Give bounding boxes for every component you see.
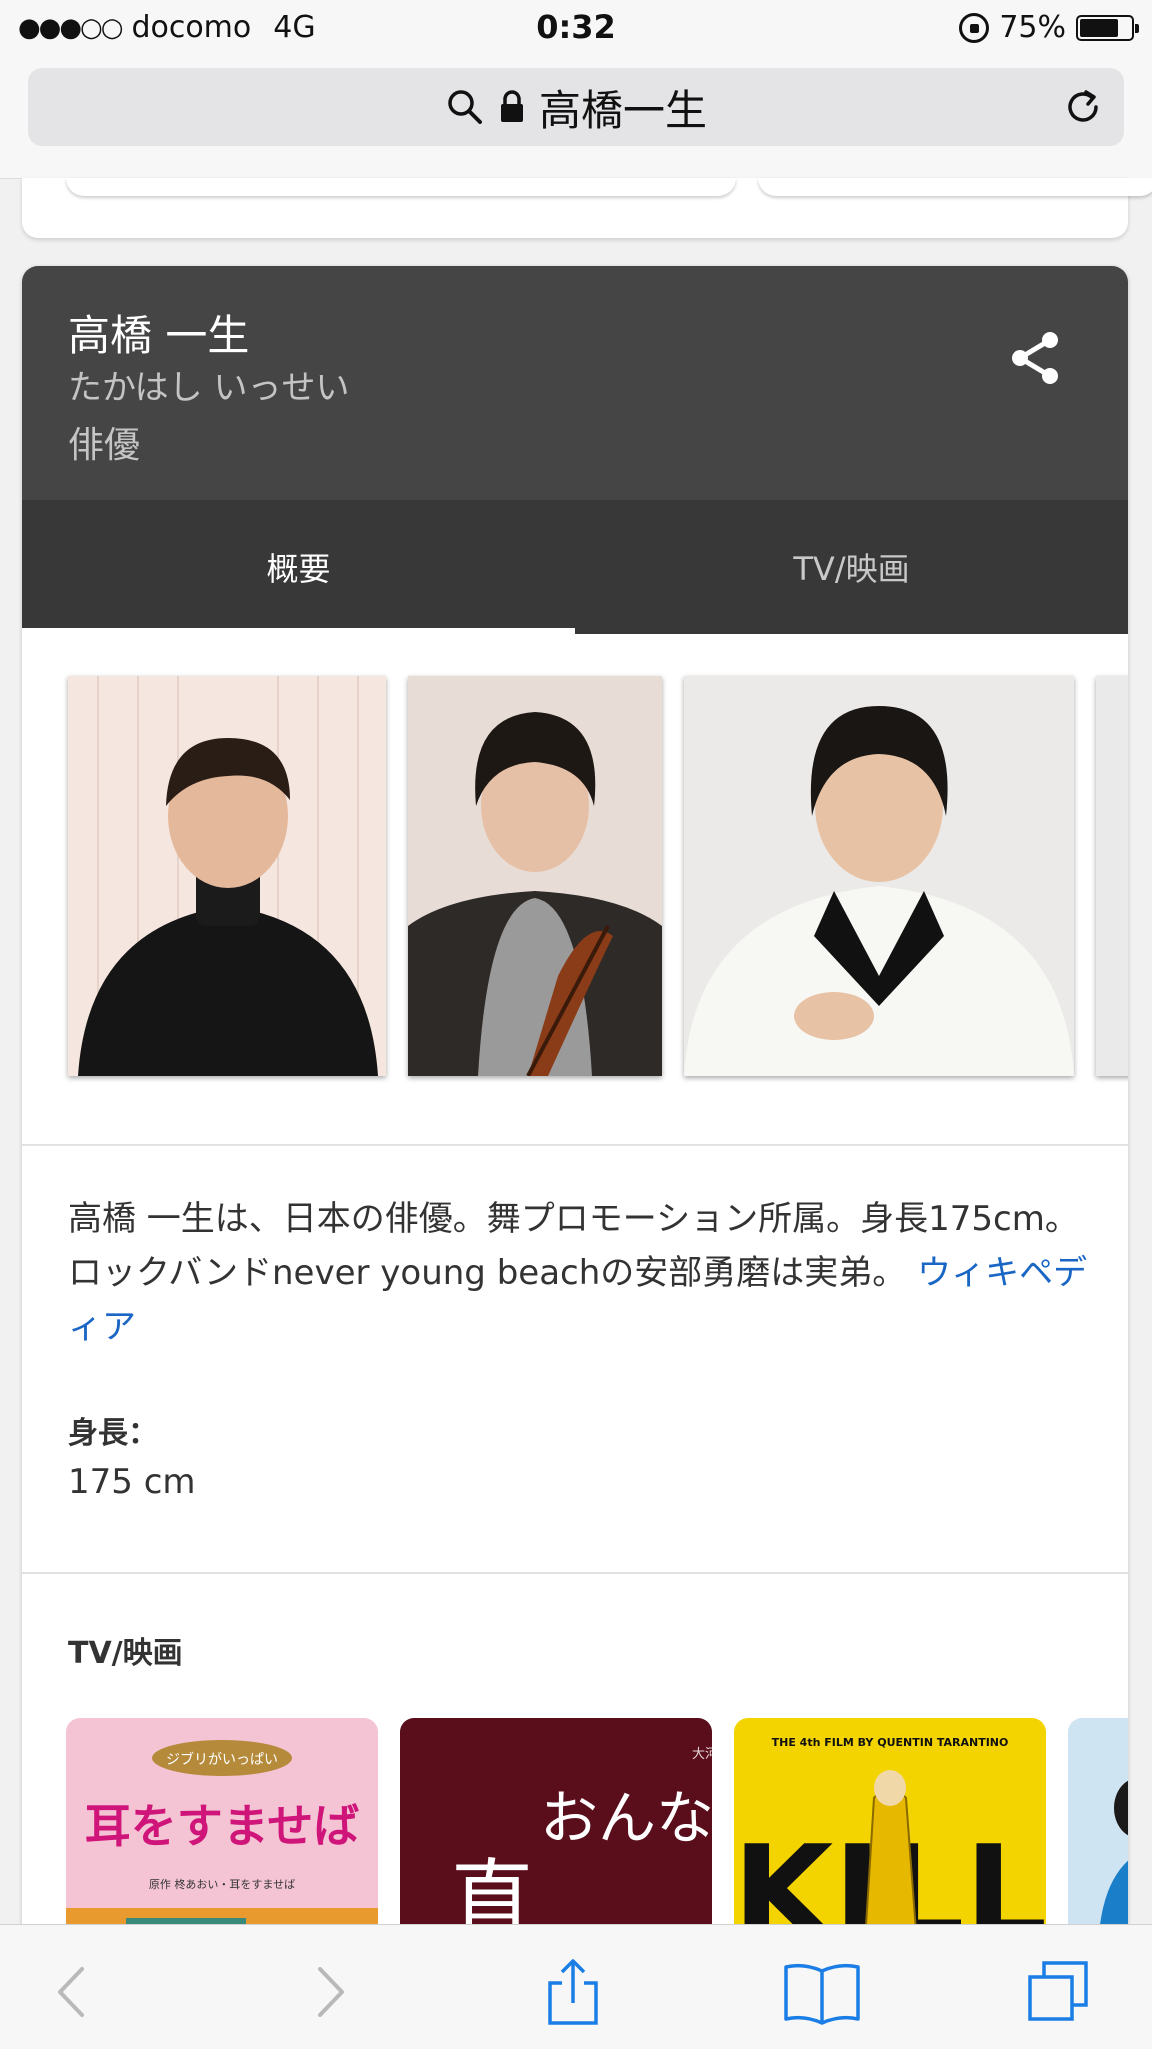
poster-tagline: THE 4th FILM BY QUENTIN TARANTINO [772,1736,1009,1749]
tab-overview[interactable]: 概要 [22,500,575,634]
poster-onna-joshu-naotora[interactable]: 大河ドラマ おんな 直 [400,1718,712,1958]
tab-selected-indicator [22,628,575,634]
poster-title: 耳をすませば [85,1799,360,1853]
forward-chevron-icon[interactable] [292,1957,362,2027]
poster-kill-bill[interactable]: THE 4th FILM BY QUENTIN TARANTINO KILL [734,1718,1046,1958]
reload-icon[interactable] [1062,86,1104,128]
status-right: 75% [959,10,1139,45]
previous-card-item [66,178,736,196]
poster-tag: 大河ドラマ [692,1747,712,1762]
knowledge-panel: 高橋 一生 たかはし いっせい 俳優 概要 TV/映画 高橋 一生は、日本の俳優… [22,266,1128,2046]
bookmarks-icon[interactable] [782,1957,862,2027]
entity-photo[interactable] [684,676,1074,1076]
orientation-lock-icon [959,12,990,43]
entity-photo[interactable] [408,676,662,1076]
entity-type: 俳優 [68,425,141,466]
battery-percent: 75% [999,10,1066,45]
tv-section-title: TV/映画 [68,1636,183,1671]
browser-address-area: 高橋一生 [0,58,1152,179]
height-value: 175 cm [68,1462,196,1502]
tabs-icon[interactable] [1024,1957,1094,2027]
entity-name: 高橋 一生 [68,311,250,360]
entity-photo[interactable] [68,676,386,1076]
poster-partial[interactable] [1068,1718,1128,1958]
share-icon[interactable] [1006,328,1066,388]
browser-toolbar [0,1924,1152,2049]
tab-tv-movies[interactable]: TV/映画 [575,500,1128,634]
panel-tabs: 概要 TV/映画 [22,500,1128,634]
address-bar[interactable]: 高橋一生 [28,68,1124,146]
poster-logo-text: ジブリがいっぱい [166,1751,278,1768]
back-chevron-icon[interactable] [40,1957,110,2027]
entity-description: 高橋 一生は、日本の俳優。舞プロモーション所属。身長175cm。 ロックバンドn… [68,1192,1088,1354]
height-label: 身長： [68,1416,158,1451]
poster-mimi-wo-sumaseba[interactable]: ジブリがいっぱい 耳をすませば 原作 柊あおい・耳をすませば [66,1718,378,1958]
previous-card-item [758,178,1152,196]
battery-icon [1076,14,1139,41]
address-text: 高橋一生 [538,85,707,135]
search-icon [448,90,482,124]
poster-credit: 原作 柊あおい・耳をすませば [149,1877,295,1891]
section-divider [22,1572,1128,1574]
panel-header: 高橋 一生 たかはし いっせい 俳優 [22,266,1128,500]
entity-reading: たかはし いっせい [68,368,350,408]
status-bar: ●●●○○ docomo 4G 0:32 75% [0,0,1152,58]
previous-result-card [22,178,1152,238]
poster-title: おんな [540,1784,712,1852]
section-divider [22,1144,1128,1146]
entity-photo[interactable] [1096,676,1128,1076]
lock-icon [500,90,523,122]
share-sheet-icon[interactable] [538,1957,608,2027]
